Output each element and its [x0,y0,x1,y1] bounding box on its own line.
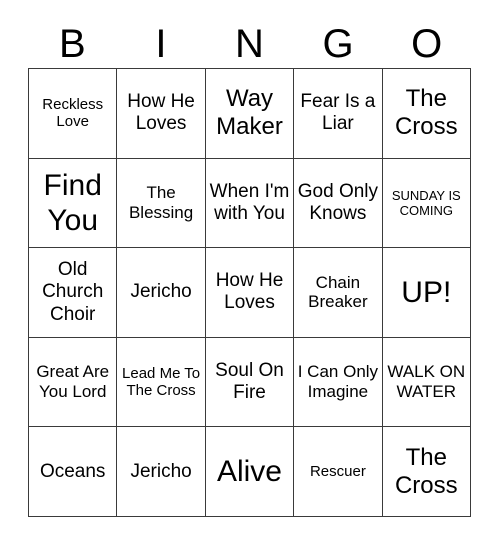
bingo-cell[interactable]: Lead Me To The Cross [117,337,206,428]
bingo-cell[interactable]: The Blessing [117,158,206,249]
bingo-cell-label: Soul On Fire [215,359,284,404]
bingo-cell[interactable]: Rescuer [294,427,383,517]
bingo-cell[interactable]: Find You [29,158,118,249]
bingo-cell-label: Oceans [39,460,106,482]
bingo-cell-label: Rescuer [309,462,366,480]
bingo-cell[interactable]: Chain Breaker [294,248,383,338]
bingo-cell-label: How He Loves [127,91,195,135]
bingo-cell[interactable]: The Cross [382,427,471,517]
bingo-cell[interactable]: Oceans [29,427,118,517]
bingo-cell-label: Find You [43,168,102,237]
bingo-cell-label: How He Loves [215,270,284,314]
bingo-cell[interactable]: God Only Knows [294,158,383,249]
bingo-cell-label: Fear Is a Liar [300,91,376,135]
bingo-cell[interactable]: How He Loves [205,248,295,338]
bingo-cell-label: Lead Me To The Cross [122,364,201,400]
bingo-header-letter-o: O [411,22,443,66]
bingo-cell[interactable]: The Cross [382,69,471,159]
bingo-cell-label: Chain Breaker [308,272,368,312]
bingo-cell-label: UP! [401,275,452,309]
bingo-cell-label: Great Are You Lord [36,362,110,402]
bingo-cell-label: I Can Only Imagine [297,362,379,402]
bingo-cell-label: The Cross [394,443,458,499]
bingo-cell-label: Reckless Love [42,95,104,131]
bingo-cell-label: WALK ON WATER [387,362,466,402]
bingo-header-letter-n: N [235,22,264,66]
bingo-cell-label: Jericho [130,460,192,482]
bingo-cell[interactable]: Great Are You Lord [29,337,118,428]
bingo-cell-label: The Cross [394,85,458,141]
bingo-cell[interactable]: SUNDAY IS COMING [382,158,471,249]
bingo-cell-label: Old Church Choir [42,259,104,325]
bingo-cell-label: Way Maker [216,85,283,141]
bingo-cell[interactable]: I Can Only Imagine [294,337,383,428]
bingo-card: B I N G O Reckless Love How He Loves Way… [0,0,500,544]
bingo-cell[interactable]: How He Loves [117,69,206,159]
bingo-cell[interactable]: Reckless Love [29,69,118,159]
bingo-cell[interactable]: UP! [382,248,471,338]
bingo-header-row: B I N G O [28,20,471,68]
bingo-cell[interactable]: WALK ON WATER [382,337,471,428]
bingo-cell[interactable]: When I'm with You [205,158,295,249]
bingo-cell[interactable]: Jericho [117,248,206,338]
bingo-grid: Reckless Love How He Loves Way Maker Fea… [28,68,471,517]
bingo-cell[interactable]: Alive [205,427,295,517]
bingo-cell-label: The Blessing [128,183,194,222]
bingo-cell[interactable]: Old Church Choir [29,248,118,338]
bingo-cell-label: SUNDAY IS COMING [391,187,461,218]
bingo-header-letter-i: I [155,22,167,66]
bingo-cell[interactable]: Way Maker [205,69,295,159]
bingo-cell[interactable]: Jericho [117,427,206,517]
bingo-header-letter-g: G [322,22,354,66]
bingo-cell[interactable]: Soul On Fire [205,337,295,428]
bingo-cell[interactable]: Fear Is a Liar [294,69,383,159]
bingo-cell-label: Alive [216,455,282,489]
bingo-cell-label: God Only Knows [297,180,379,224]
bingo-cell-label: When I'm with You [209,180,290,224]
bingo-header-letter-b: B [58,22,86,66]
bingo-cell-label: Jericho [130,281,192,303]
